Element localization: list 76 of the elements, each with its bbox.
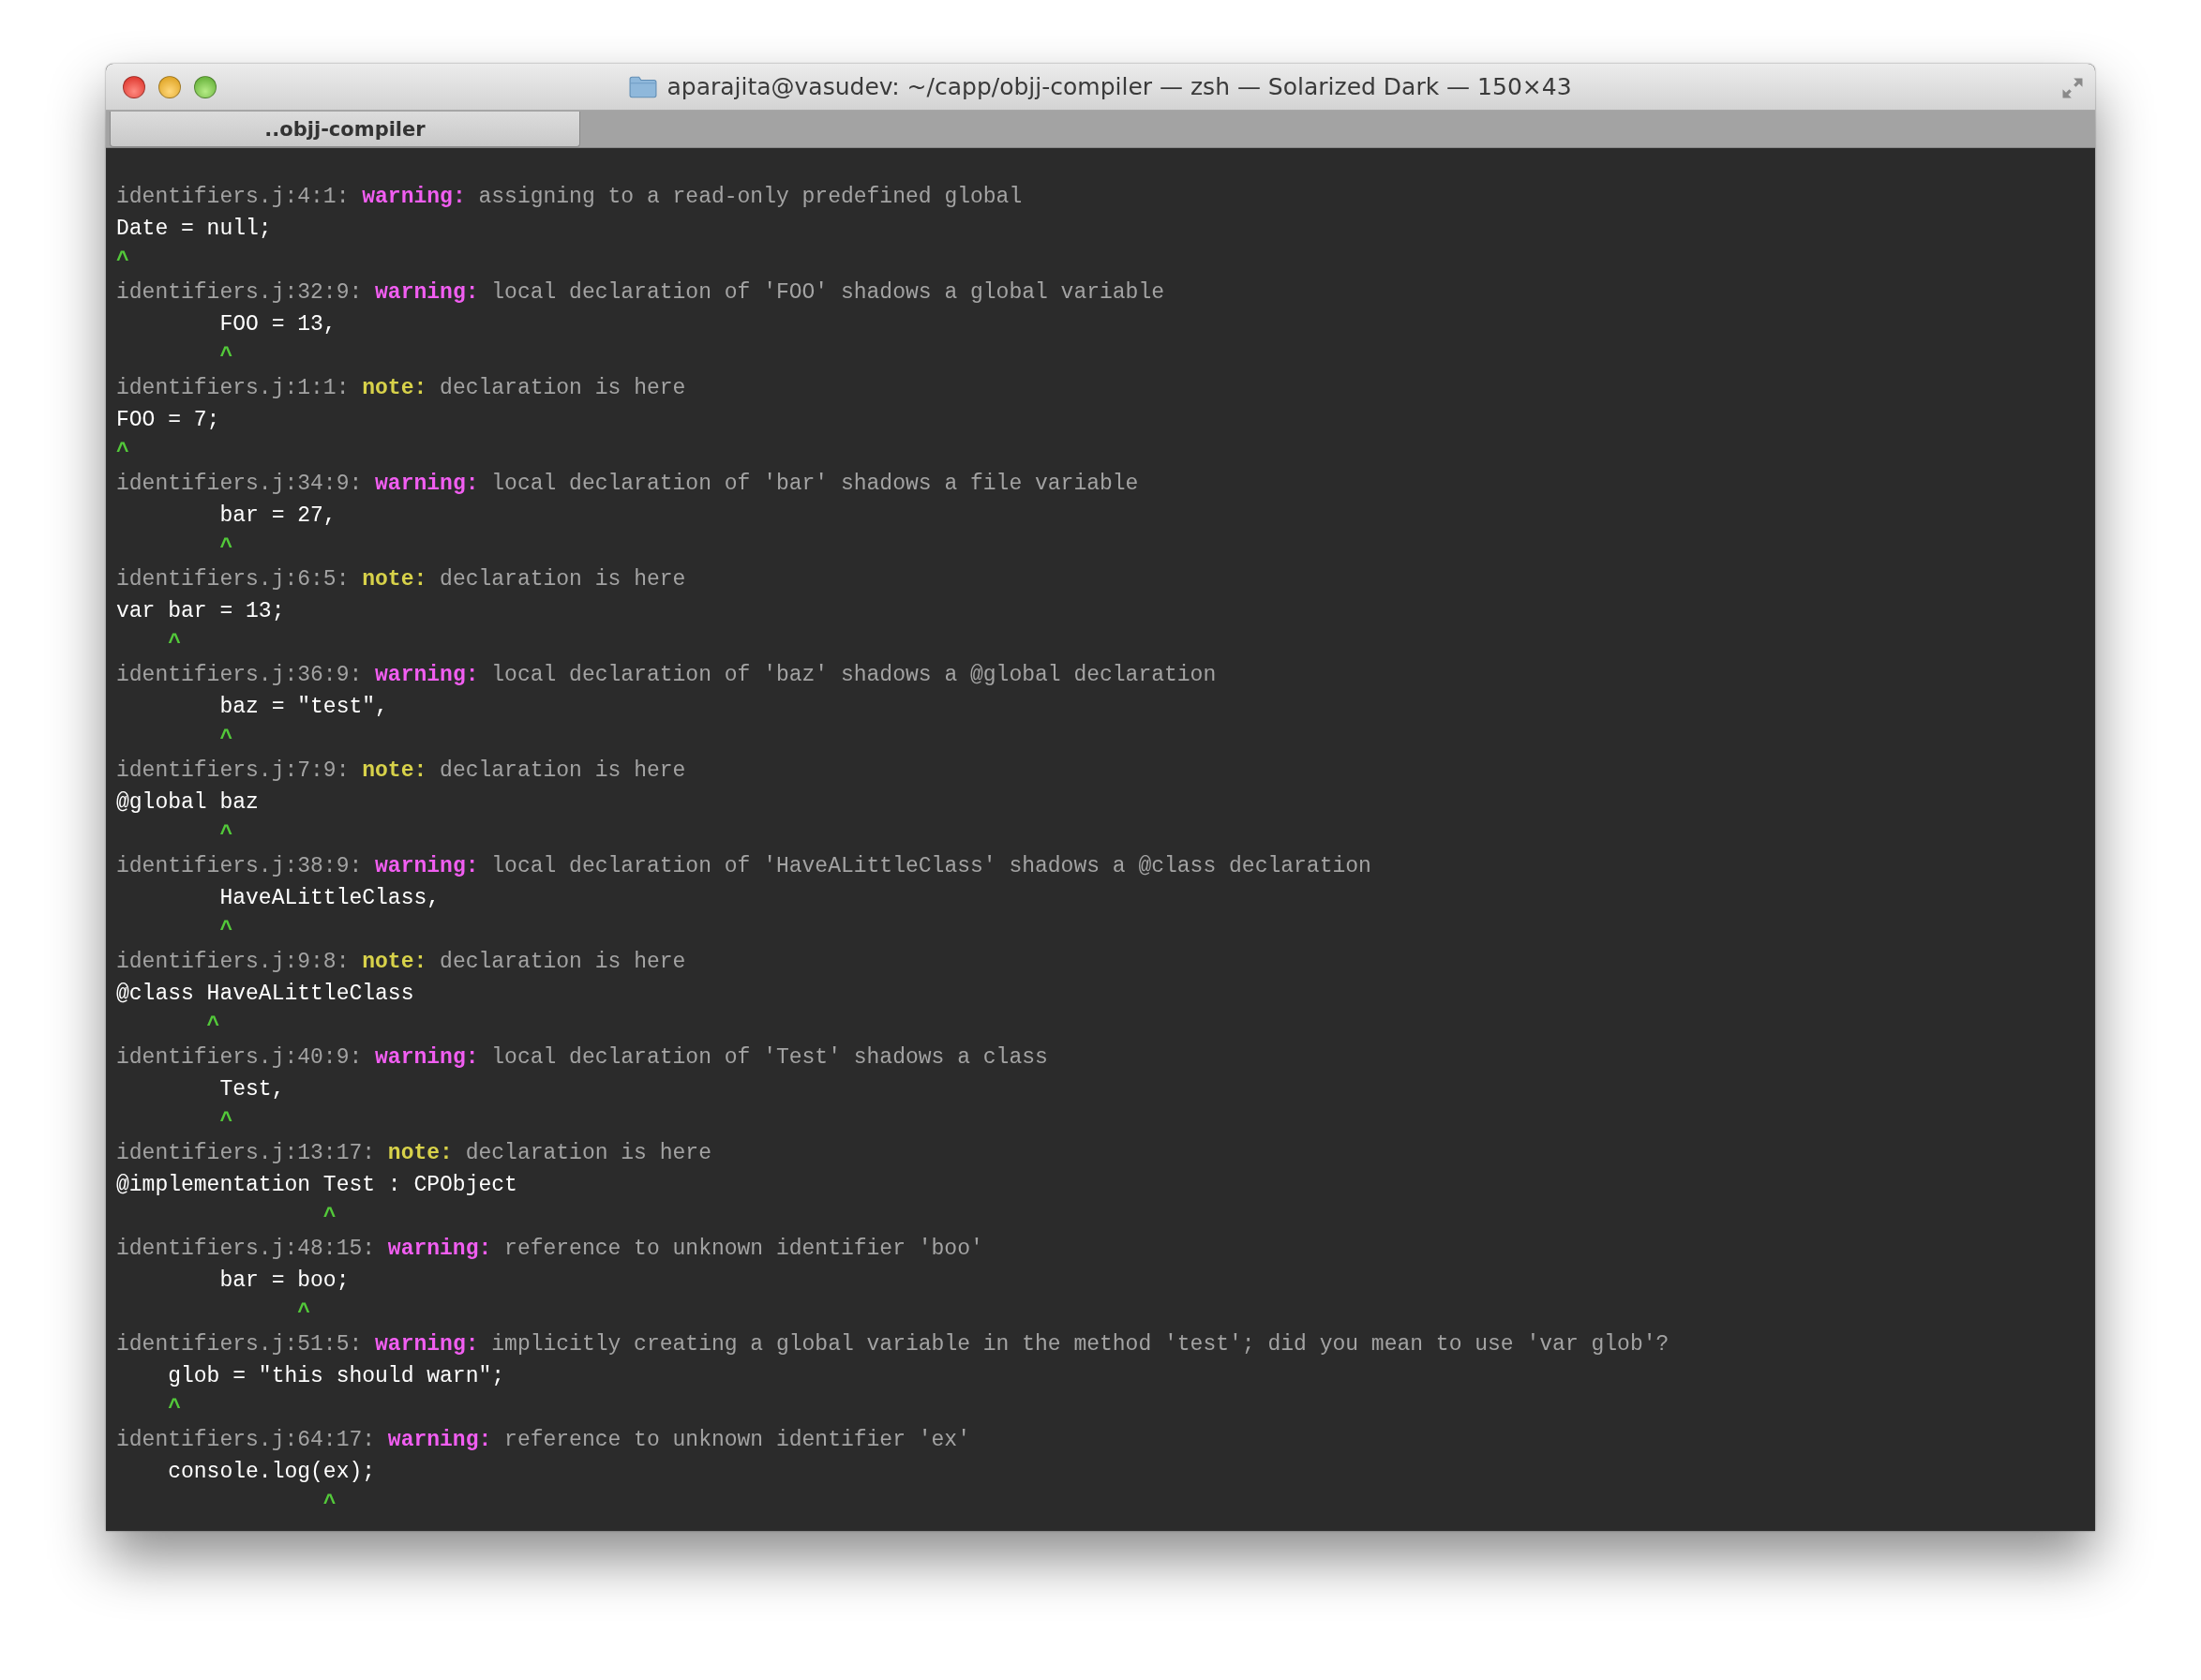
file-location: identifiers.j:64:17: — [116, 1428, 376, 1452]
code-line: Date = null; — [116, 217, 272, 241]
diagnostic-message: implicitly creating a global variable in the method 'test'; did you mean to use 'var glob'? — [491, 1332, 1669, 1357]
window-title: aparajita@vasudev: ~/capp/objj-compiler — zsh — Solarized Dark — 150×43 — [666, 73, 1572, 100]
diagnostic-label: note: — [362, 376, 427, 400]
minimize-button[interactable] — [158, 75, 181, 98]
diagnostic-label: warning: — [362, 185, 466, 209]
file-location: identifiers.j:9:8: — [116, 950, 350, 974]
diagnostic-message: local declaration of 'HaveALittleClass' shadows a @class declaration — [491, 854, 1371, 878]
folder-icon — [629, 75, 658, 98]
caret-marker: ^ — [205, 1013, 220, 1038]
diagnostic-label: warning: — [375, 472, 479, 496]
caret-marker: ^ — [218, 535, 233, 560]
zoom-button[interactable] — [194, 75, 217, 98]
diagnostic-label: note: — [362, 758, 427, 783]
code-line: @implementation Test : CPObject — [116, 1173, 517, 1197]
close-button[interactable] — [123, 75, 145, 98]
caret-marker: ^ — [218, 344, 233, 368]
diagnostic-label: warning: — [375, 1045, 479, 1070]
diagnostic-label: warning: — [375, 854, 479, 878]
caret-marker: ^ — [167, 631, 181, 655]
code-line: var bar = 13; — [116, 599, 285, 623]
code-line: Test, — [218, 1077, 285, 1102]
diagnostic-label: warning: — [387, 1428, 492, 1452]
diagnostic-message: declaration is here — [440, 950, 686, 974]
caret-marker: ^ — [116, 440, 129, 464]
file-location: identifiers.j:48:15: — [116, 1237, 376, 1261]
file-location: identifiers.j:32:9: — [116, 280, 363, 305]
diagnostic-message: reference to unknown identifier 'boo' — [504, 1237, 983, 1261]
caret-marker: ^ — [218, 822, 233, 847]
file-location: identifiers.j:13:17: — [116, 1141, 376, 1165]
diagnostic-label: note: — [362, 567, 427, 592]
file-location: identifiers.j:38:9: — [116, 854, 363, 878]
file-location: identifiers.j:34:9: — [116, 472, 363, 496]
file-location: identifiers.j:7:9: — [116, 758, 350, 783]
diagnostic-label: warning: — [375, 1332, 479, 1357]
caret-marker: ^ — [218, 918, 233, 942]
diagnostic-message: declaration is here — [440, 758, 686, 783]
code-line: bar = 27, — [218, 503, 337, 528]
code-line: HaveALittleClass, — [218, 886, 441, 910]
caret-marker: ^ — [218, 1109, 233, 1133]
diagnostic-label: warning: — [375, 663, 479, 687]
file-location: identifiers.j:1:1: — [116, 376, 350, 400]
code-line: @global baz — [116, 790, 259, 815]
code-line: FOO = 13, — [218, 312, 337, 337]
caret-marker: ^ — [167, 1396, 181, 1420]
diagnostic-message: local declaration of 'FOO' shadows a global variable — [491, 280, 1164, 305]
diagnostic-label: warning: — [375, 280, 479, 305]
diagnostic-message: assigning to a read-only predefined global — [478, 185, 1023, 209]
code-line: glob = "this should warn"; — [167, 1364, 505, 1388]
diagnostic-label: note: — [362, 950, 427, 974]
caret-marker: ^ — [296, 1300, 311, 1325]
caret-marker: ^ — [322, 1492, 337, 1516]
file-location: identifiers.j:51:5: — [116, 1332, 363, 1357]
diagnostic-message: declaration is here — [440, 376, 686, 400]
file-location: identifiers.j:6:5: — [116, 567, 350, 592]
diagnostic-message: local declaration of 'bar' shadows a file variable — [491, 472, 1139, 496]
code-line: @class HaveALittleClass — [116, 982, 414, 1006]
tab[interactable]: ..objj-compiler — [110, 112, 580, 147]
file-location: identifiers.j:40:9: — [116, 1045, 363, 1070]
file-location: identifiers.j:4:1: — [116, 185, 350, 209]
code-line: console.log(ex); — [167, 1460, 376, 1484]
file-location: identifiers.j:36:9: — [116, 663, 363, 687]
caret-marker: ^ — [218, 727, 233, 751]
diagnostic-message: declaration is here — [440, 567, 686, 592]
diagnostic-message: local declaration of 'Test' shadows a class — [491, 1045, 1048, 1070]
code-line: baz = "test", — [218, 695, 388, 719]
caret-marker: ^ — [322, 1205, 337, 1229]
diagnostic-label: note: — [387, 1141, 453, 1165]
diagnostic-message: local declaration of 'baz' shadows a @global declaration — [491, 663, 1217, 687]
code-line: bar = boo; — [218, 1268, 350, 1293]
diagnostic-message: declaration is here — [465, 1141, 711, 1165]
diagnostic-label: warning: — [387, 1237, 492, 1261]
code-line: FOO = 7; — [116, 408, 220, 432]
diagnostic-message: reference to unknown identifier 'ex' — [504, 1428, 970, 1452]
caret-marker: ^ — [116, 248, 129, 273]
